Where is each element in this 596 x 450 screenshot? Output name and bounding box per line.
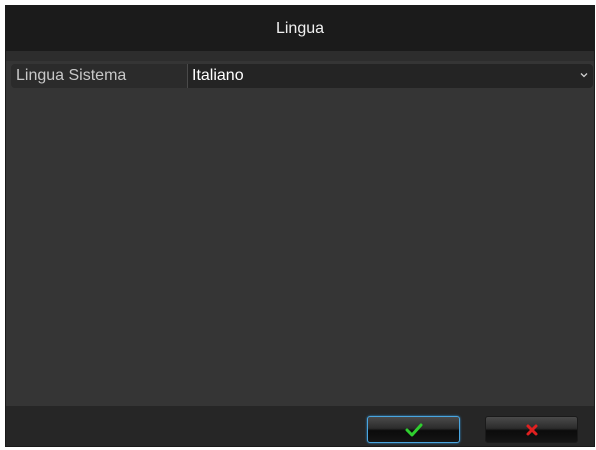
system-language-select[interactable]: Italiano xyxy=(188,64,593,88)
dialog-footer xyxy=(6,406,594,446)
checkmark-icon xyxy=(405,423,422,436)
dialog-title-bar: Lingua xyxy=(6,6,594,51)
system-language-label: Lingua Sistema xyxy=(11,64,188,88)
ok-button[interactable] xyxy=(367,416,460,443)
chevron-down-icon[interactable] xyxy=(580,71,588,79)
dialog-title: Lingua xyxy=(275,19,325,37)
close-icon xyxy=(526,424,537,435)
cancel-button[interactable] xyxy=(485,416,578,443)
system-language-row: Lingua Sistema Italiano xyxy=(11,64,593,88)
language-dialog: Lingua Lingua Sistema Italiano xyxy=(5,5,595,447)
title-divider xyxy=(6,51,594,61)
system-language-value: Italiano xyxy=(192,67,244,84)
